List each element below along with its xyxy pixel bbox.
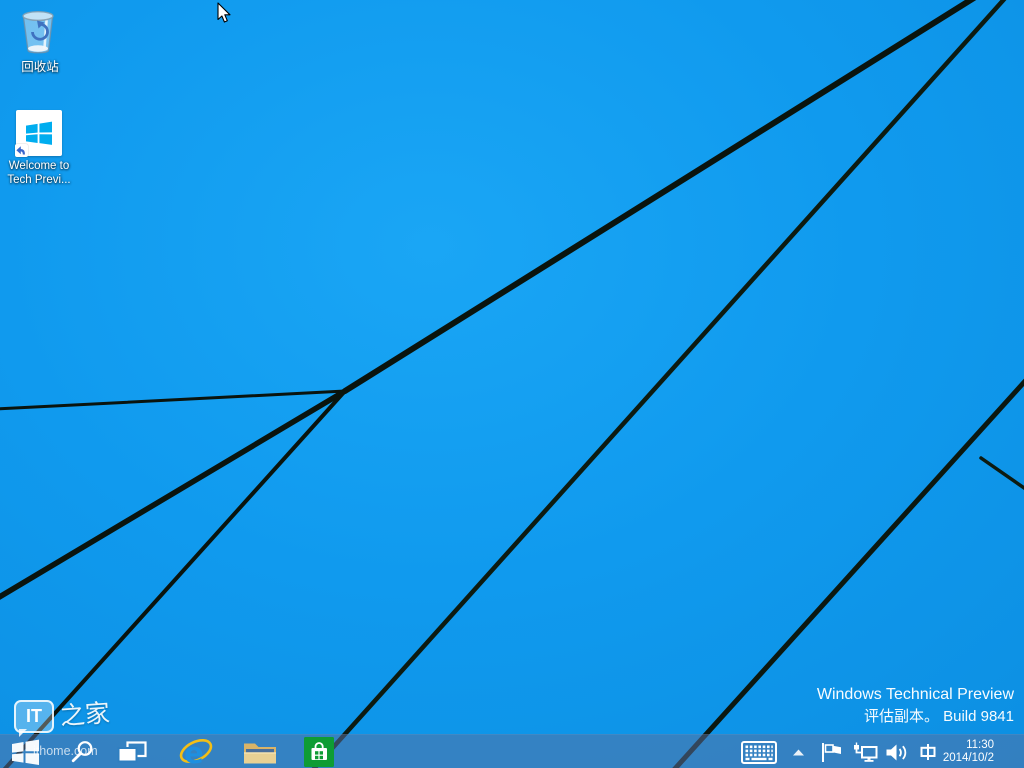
desktop-icon-recycle-bin[interactable]: 回收站 <box>2 6 78 74</box>
internet-explorer-icon: e <box>178 736 214 768</box>
touch-keyboard-button[interactable] <box>738 735 780 768</box>
search-button[interactable] <box>58 735 106 768</box>
desktop-icon-welcome-tech-preview[interactable]: Welcome to Tech Previ... <box>1 110 77 187</box>
watermark-line2: 评估副本。 Build 9841 <box>817 706 1014 728</box>
clock-time: 11:30 <box>942 739 994 752</box>
show-hidden-icons-button[interactable] <box>786 735 810 768</box>
ime-indicator-button[interactable]: 中 <box>914 735 942 768</box>
shortcut-arrow-icon <box>15 144 28 157</box>
internet-explorer-button[interactable]: e <box>170 735 222 768</box>
chevron-up-icon <box>793 749 804 756</box>
file-explorer-icon <box>243 739 277 766</box>
action-center-button[interactable] <box>814 735 848 768</box>
start-button[interactable] <box>0 735 50 768</box>
file-explorer-button[interactable] <box>234 735 286 768</box>
start-windows-logo-icon <box>11 739 39 765</box>
store-icon <box>304 737 334 767</box>
welcome-label: Welcome to Tech Previ... <box>7 159 70 187</box>
flag-icon <box>820 742 843 763</box>
build-watermark: Windows Technical Preview 评估副本。 Build 98… <box>817 684 1014 728</box>
taskbar-clock[interactable]: 11:30 2014/10/2 <box>942 735 1000 768</box>
welcome-tile <box>16 110 62 156</box>
recycle-bin-icon <box>17 6 63 58</box>
touch-keyboard-icon <box>741 741 777 764</box>
task-view-button[interactable] <box>108 735 156 768</box>
search-icon <box>69 739 95 765</box>
clock-date: 2014/10/2 <box>942 752 994 765</box>
recycle-bin-label: 回收站 <box>21 60 59 74</box>
windows-logo-icon <box>26 121 52 145</box>
watermark-line1: Windows Technical Preview <box>817 684 1014 706</box>
volume-icon <box>885 743 909 762</box>
ime-chinese-icon <box>919 743 937 761</box>
wallpaper-beams <box>0 0 1024 768</box>
taskbar: e <box>0 734 1024 768</box>
desktop: 回收站 Welcome to Tech Previ... <box>0 0 1024 768</box>
mouse-cursor <box>217 2 231 23</box>
ithome-logo: IT <box>14 700 54 733</box>
ithome-watermark: IT 之家 <box>14 700 110 733</box>
store-button[interactable] <box>294 735 344 768</box>
network-icon <box>852 742 878 763</box>
volume-button[interactable] <box>882 735 912 768</box>
ithome-script-text: 之家 <box>59 698 111 731</box>
network-button[interactable] <box>848 735 882 768</box>
task-view-icon <box>117 741 147 764</box>
svg-text:e: e <box>184 736 204 768</box>
